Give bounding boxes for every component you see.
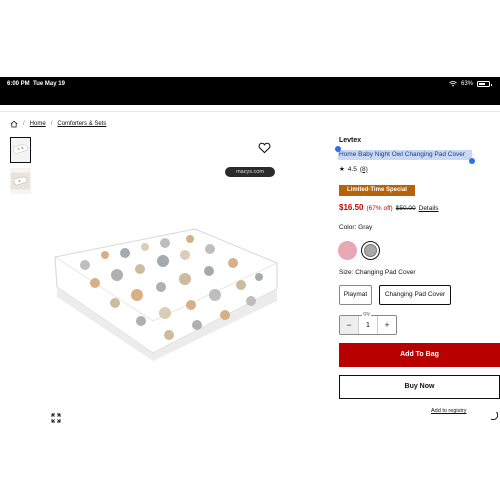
selection-start-handle[interactable] [335,146,341,152]
add-to-registry-link[interactable]: Add to registry [431,408,466,414]
original-price: $50.00 [395,205,416,212]
size-option-playmat[interactable]: Playmat [339,285,372,305]
loading-spinner-icon [490,411,498,420]
quantity-stepper: − 1 + [339,315,397,335]
quantity-decrease-button[interactable]: − [340,316,359,334]
color-label: Color: Gray [339,224,373,231]
breadcrumb-separator: / [50,121,53,127]
thumbnail-1[interactable] [10,137,31,163]
size-label: Size: Changing Pad Cover [339,269,416,276]
battery-icon [477,81,492,87]
sale-price: $16.50 [339,203,364,212]
add-to-bag-button[interactable]: Add To Bag [339,343,500,367]
quantity-label: Qty [362,311,372,316]
quantity-value[interactable]: 1 [359,316,377,334]
price-row: $16.50 (67% off) $50.00 Details [339,203,439,212]
site-header-edge [0,105,500,112]
page-top-area [0,0,500,77]
product-image [54,228,278,361]
selection-end-handle[interactable] [469,158,475,164]
color-swatch-pink[interactable] [338,241,357,260]
buy-now-button[interactable]: Buy Now [339,375,500,399]
price-details-link[interactable]: Details [419,205,439,212]
discount-percent: (67% off) [366,205,393,212]
battery-percent: 63% [460,81,473,87]
breadcrumb: / Home / Comforters & Sets [10,120,106,128]
thumbnail-2[interactable] [10,168,31,194]
breadcrumb-home[interactable]: Home [30,121,46,127]
product-rating[interactable]: ★ 4.5 (8) [339,165,368,174]
product-title: Home Baby Night Owl Changing Pad Cover [339,151,466,158]
rating-value: 4.5 [347,165,357,173]
breadcrumb-separator: / [23,121,25,127]
status-time: 6:00 PM Tue May 19 [7,81,65,87]
status-bar: 6:00 PM Tue May 19 63% macys.com [0,77,500,177]
review-count[interactable]: (8) [360,166,368,173]
home-icon[interactable] [10,120,18,128]
url-bar[interactable]: macys.com [225,167,275,177]
product-brand[interactable]: Levtex [339,137,361,144]
limited-time-badge: Limited-Time Special [339,185,415,196]
expand-icon[interactable] [51,413,61,423]
wifi-icon [449,81,457,87]
status-indicators: 63% [449,81,492,87]
star-icon: ★ [339,166,345,173]
size-option-changing-pad-cover[interactable]: Changing Pad Cover [379,285,451,305]
heart-icon[interactable] [258,142,271,154]
breadcrumb-comforters[interactable]: Comforters & Sets [57,121,106,127]
color-swatch-gray[interactable] [361,241,380,260]
quantity-increase-button[interactable]: + [377,316,396,334]
